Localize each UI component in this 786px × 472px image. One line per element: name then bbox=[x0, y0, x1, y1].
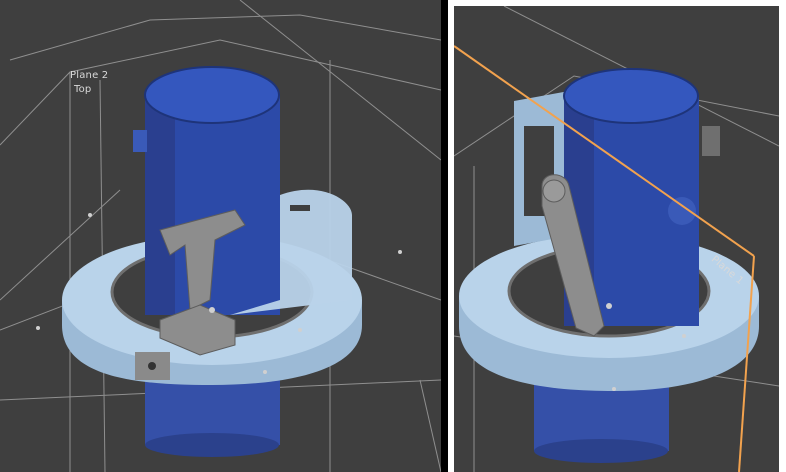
viewport-right-canvas-frame: Plane 1 bbox=[454, 6, 779, 472]
side-knob bbox=[133, 130, 147, 152]
side-knob bbox=[668, 197, 696, 225]
top-plane-label[interactable]: Top bbox=[74, 84, 91, 95]
plane-2-label[interactable]: Plane 2 bbox=[70, 70, 108, 81]
left-model-canvas[interactable] bbox=[0, 0, 441, 472]
cad-viewport-left[interactable]: Plane 2 Top bbox=[0, 0, 441, 472]
right-model-canvas[interactable] bbox=[454, 6, 779, 472]
cad-viewport-right[interactable]: Plane 1 bbox=[448, 0, 786, 472]
view-divider bbox=[441, 0, 448, 472]
